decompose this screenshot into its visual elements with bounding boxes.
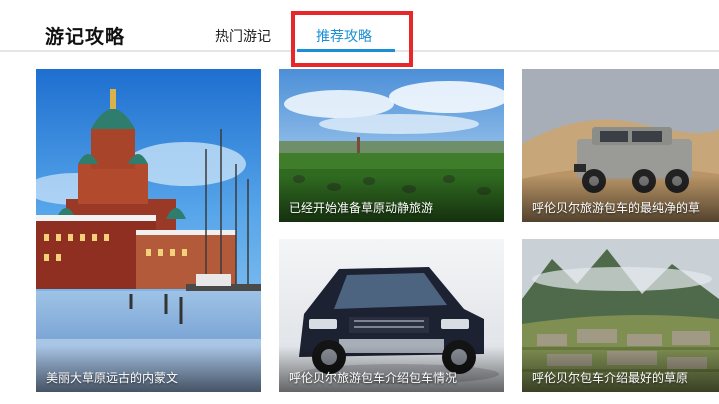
tab-hot-travelogues[interactable]: 热门游记	[215, 26, 271, 46]
guide-card[interactable]: 已经开始准备草原动静旅游	[279, 69, 504, 222]
guide-header: 游记攻略 热门游记 推荐攻略	[0, 0, 719, 67]
guide-card[interactable]: 呼伦贝尔旅游包车介绍包车情况	[279, 239, 504, 392]
guide-card[interactable]: 呼伦贝尔包车介绍最好的草原	[522, 239, 719, 392]
card-caption: 呼伦贝尔旅游包车介绍包车情况	[289, 371, 458, 385]
card-caption: 已经开始准备草原动静旅游	[289, 201, 434, 215]
card-thumbnail	[36, 69, 261, 392]
card-caption: 呼伦贝尔旅游包车的最纯净的草	[532, 201, 701, 215]
card-caption: 呼伦贝尔包车介绍最好的草原	[532, 371, 689, 385]
guide-card[interactable]: 呼伦贝尔旅游包车的最纯净的草	[522, 69, 719, 222]
card-caption: 美丽大草原远古的内蒙文	[46, 371, 179, 385]
section-title: 游记攻略	[45, 26, 126, 48]
guide-card[interactable]: 美丽大草原远古的内蒙文	[36, 69, 261, 392]
highlight-box	[291, 11, 413, 67]
